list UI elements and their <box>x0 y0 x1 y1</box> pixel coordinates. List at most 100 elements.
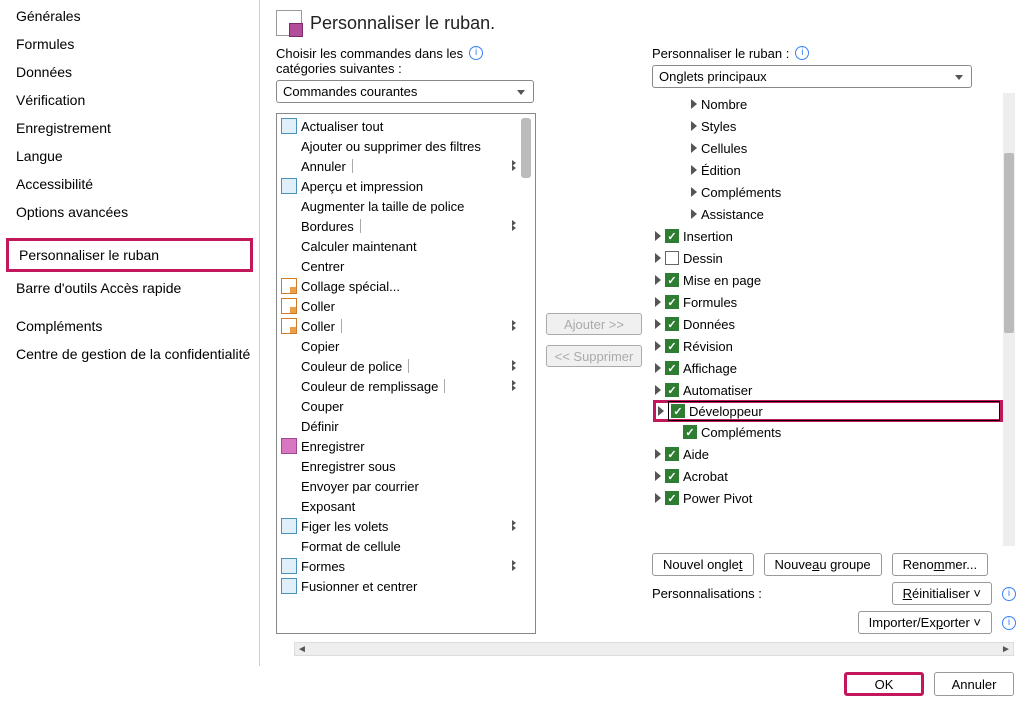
command-item[interactable]: Couleur de remplissage <box>277 376 535 396</box>
expand-icon[interactable] <box>653 275 663 285</box>
expand-icon[interactable] <box>653 493 663 503</box>
checkbox[interactable] <box>665 361 679 375</box>
reset-button[interactable]: Réinitialiser ˅ <box>892 582 992 605</box>
command-item[interactable]: Format de cellule <box>277 536 535 556</box>
commands-listbox[interactable]: Actualiser toutAjouter ou supprimer des … <box>276 113 536 634</box>
expand-icon[interactable] <box>689 165 699 175</box>
command-item[interactable]: Exposant <box>277 496 535 516</box>
sidebar-item-general[interactable]: Générales <box>0 2 259 30</box>
command-item[interactable]: Ajouter ou supprimer des filtres <box>277 136 535 156</box>
command-item[interactable]: Bordures <box>277 216 535 236</box>
expand-icon[interactable] <box>653 319 663 329</box>
command-item[interactable]: Envoyer par courrier <box>277 476 535 496</box>
info-icon[interactable]: i <box>795 46 809 60</box>
new-group-button[interactable]: Nouveau groupe <box>764 553 882 576</box>
sidebar-item-qat[interactable]: Barre d'outils Accès rapide <box>0 274 259 302</box>
rename-button[interactable]: Renommer... <box>892 553 988 576</box>
expand-icon[interactable] <box>689 209 699 219</box>
info-icon[interactable]: i <box>1002 587 1016 601</box>
tree-row[interactable]: Insertion <box>653 225 1003 247</box>
command-item[interactable]: Formes <box>277 556 535 576</box>
sidebar-item-data[interactable]: Données <box>0 58 259 86</box>
sidebar-item-accessibility[interactable]: Accessibilité <box>0 170 259 198</box>
checkbox[interactable] <box>665 295 679 309</box>
expand-icon[interactable] <box>653 231 663 241</box>
tree-row[interactable]: Révision <box>653 335 1003 357</box>
expand-icon[interactable] <box>653 363 663 373</box>
sidebar-item-verify[interactable]: Vérification <box>0 86 259 114</box>
tree-row[interactable]: Aide <box>653 443 1003 465</box>
command-item[interactable]: Annuler <box>277 156 535 176</box>
expand-icon[interactable] <box>689 99 699 109</box>
expand-icon[interactable] <box>653 471 663 481</box>
tree-row[interactable]: Nombre <box>653 93 1003 115</box>
command-item[interactable]: Copier <box>277 336 535 356</box>
import-export-button[interactable]: Importer/Exporter ˅ <box>858 611 992 634</box>
command-item[interactable]: Collage spécial... <box>277 276 535 296</box>
checkbox[interactable] <box>665 491 679 505</box>
tree-row[interactable]: Automatiser <box>653 379 1003 401</box>
scroll-left-icon[interactable]: ◄ <box>295 643 309 655</box>
tree-row[interactable]: Power Pivot <box>653 487 1003 509</box>
tree-row[interactable]: Données <box>653 313 1003 335</box>
command-item[interactable]: Coller <box>277 296 535 316</box>
tree-row[interactable]: Acrobat <box>653 465 1003 487</box>
sidebar-item-addins[interactable]: Compléments <box>0 312 259 340</box>
tree-row-selected[interactable]: Développeur <box>653 400 1003 422</box>
expand-icon[interactable] <box>653 341 663 351</box>
sidebar-item-trust[interactable]: Centre de gestion de la confidentialité <box>0 340 259 368</box>
tree-row[interactable]: Cellules <box>653 137 1003 159</box>
tree-row[interactable]: Édition <box>653 159 1003 181</box>
command-item[interactable]: Augmenter la taille de police <box>277 196 535 216</box>
checkbox[interactable] <box>665 447 679 461</box>
ribbon-tree[interactable]: NombreStylesCellulesÉditionComplémentsAs… <box>652 92 1016 547</box>
ribbon-tabs-select[interactable]: Onglets principaux <box>652 65 972 88</box>
expand-icon[interactable] <box>653 449 663 459</box>
checkbox[interactable] <box>665 317 679 331</box>
expand-icon[interactable] <box>653 385 663 395</box>
checkbox[interactable] <box>665 273 679 287</box>
expand-icon[interactable] <box>656 406 666 416</box>
command-item[interactable]: Actualiser tout <box>277 116 535 136</box>
tree-row[interactable]: Mise en page <box>653 269 1003 291</box>
horizontal-scrollbar[interactable]: ◄ ► <box>294 642 1014 656</box>
tree-row[interactable]: Compléments <box>653 181 1003 203</box>
sidebar-item-advanced[interactable]: Options avancées <box>0 198 259 226</box>
checkbox[interactable] <box>665 469 679 483</box>
remove-button[interactable]: << Supprimer <box>546 345 642 367</box>
sidebar-item-save[interactable]: Enregistrement <box>0 114 259 142</box>
tree-row[interactable]: Formules <box>653 291 1003 313</box>
add-button[interactable]: Ajouter >> <box>546 313 642 335</box>
checkbox[interactable] <box>665 383 679 397</box>
tree-row[interactable]: Assistance <box>653 203 1003 225</box>
ok-button[interactable]: OK <box>844 672 924 696</box>
expand-icon[interactable] <box>689 187 699 197</box>
expand-icon[interactable] <box>689 143 699 153</box>
command-item[interactable]: Enregistrer sous <box>277 456 535 476</box>
sidebar-item-lang[interactable]: Langue <box>0 142 259 170</box>
cancel-button[interactable]: Annuler <box>934 672 1014 696</box>
command-item[interactable]: Calculer maintenant <box>277 236 535 256</box>
commands-category-select[interactable]: Commandes courantes <box>276 80 534 103</box>
scrollbar[interactable] <box>1003 93 1015 546</box>
checkbox[interactable] <box>665 251 679 265</box>
info-icon[interactable]: i <box>1002 616 1016 630</box>
info-icon[interactable]: i <box>469 46 483 60</box>
sidebar-item-formulas[interactable]: Formules <box>0 30 259 58</box>
new-tab-button[interactable]: Nouvel onglet <box>652 553 754 576</box>
checkbox[interactable] <box>665 229 679 243</box>
checkbox[interactable] <box>683 425 697 439</box>
command-item[interactable]: Couleur de police <box>277 356 535 376</box>
command-item[interactable]: Fusionner et centrer <box>277 576 535 596</box>
tree-row[interactable]: Affichage <box>653 357 1003 379</box>
command-item[interactable]: Définir <box>277 416 535 436</box>
sidebar-item-customize-ribbon[interactable]: Personnaliser le ruban <box>6 238 253 272</box>
tree-row[interactable]: Styles <box>653 115 1003 137</box>
command-item[interactable]: Figer les volets <box>277 516 535 536</box>
scroll-right-icon[interactable]: ► <box>999 643 1013 655</box>
scrollbar[interactable] <box>519 116 533 631</box>
checkbox[interactable] <box>665 339 679 353</box>
command-item[interactable]: Couper <box>277 396 535 416</box>
expand-icon[interactable] <box>653 297 663 307</box>
expand-icon[interactable] <box>689 121 699 131</box>
